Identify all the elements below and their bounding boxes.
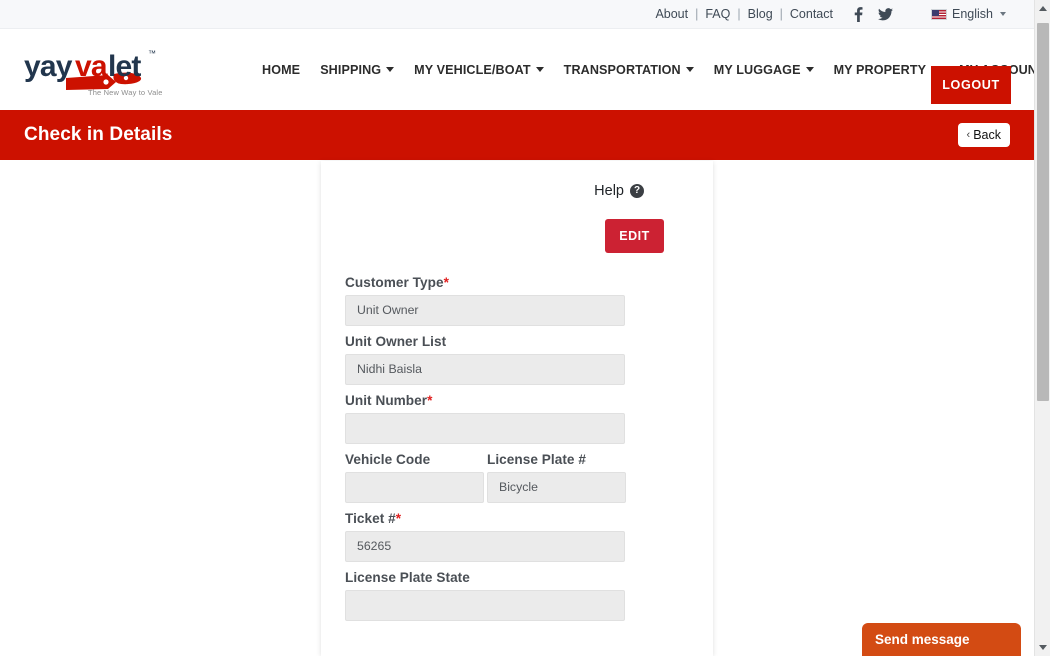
chevron-down-icon bbox=[535, 67, 544, 72]
top-utility-bar: About | FAQ | Blog | Contact English bbox=[0, 0, 1034, 29]
field-group-unit-number: Unit Number* bbox=[345, 393, 689, 444]
nav-item-label: SHIPPING bbox=[320, 62, 382, 77]
site-logo[interactable]: yay va let ™ The New Way to Valet bbox=[22, 42, 165, 98]
nav-item-shipping[interactable]: SHIPPING bbox=[310, 57, 404, 83]
label-text: Unit Number bbox=[345, 393, 428, 408]
us-flag-icon bbox=[931, 8, 947, 20]
send-message-label: Send message bbox=[875, 632, 970, 647]
field-group-license-plate-number: License Plate # Bicycle bbox=[487, 452, 626, 503]
label-customer-type: Customer Type* bbox=[345, 275, 689, 290]
label-license-plate-number: License Plate # bbox=[487, 452, 626, 467]
field-group-customer-type: Customer Type* Unit Owner bbox=[345, 275, 689, 326]
edit-button[interactable]: EDIT bbox=[605, 219, 664, 253]
triangle-up-icon bbox=[1039, 6, 1047, 11]
field-group-vehicle-code: Vehicle Code bbox=[345, 452, 484, 503]
nav-item-transportation[interactable]: TRANSPORTATION bbox=[554, 57, 704, 83]
nav-item-my-vehicle-boat[interactable]: MY VEHICLE/BOAT bbox=[404, 57, 554, 83]
nav-item-label: MY LUGGAGE bbox=[713, 62, 801, 77]
page-title: Check in Details bbox=[24, 124, 173, 145]
top-link-separator: | bbox=[779, 7, 783, 21]
page-banner: Check in Details ‹ Back bbox=[0, 110, 1034, 160]
top-link-separator: | bbox=[695, 7, 699, 21]
field-row-vehicle: Vehicle Code License Plate # Bicycle bbox=[345, 452, 689, 503]
language-label: English bbox=[952, 7, 993, 21]
label-text: License Plate State bbox=[345, 570, 470, 585]
nav-item-label: MY PROPERTY bbox=[833, 62, 927, 77]
nav-item-label: HOME bbox=[262, 62, 301, 77]
nav-item-home[interactable]: HOME bbox=[262, 57, 310, 83]
label-text: License Plate # bbox=[487, 452, 586, 467]
top-link-separator: | bbox=[737, 7, 741, 21]
label-unit-number: Unit Number* bbox=[345, 393, 689, 408]
scroll-up-button[interactable] bbox=[1035, 0, 1050, 17]
top-links-group: About | FAQ | Blog | Contact bbox=[654, 7, 834, 21]
label-text: Unit Owner List bbox=[345, 334, 447, 349]
required-asterisk: * bbox=[443, 275, 449, 290]
page-content: About | FAQ | Blog | Contact English yay… bbox=[0, 0, 1034, 656]
check-in-details-card: Help ? EDIT Customer Type* Unit Owner Un… bbox=[321, 161, 713, 656]
top-link-contact[interactable]: Contact bbox=[789, 7, 834, 21]
help-question-icon[interactable]: ? bbox=[630, 184, 644, 198]
required-asterisk: * bbox=[395, 511, 402, 526]
svg-text:va: va bbox=[75, 50, 108, 83]
label-text: Ticket # bbox=[345, 511, 396, 526]
top-link-blog[interactable]: Blog bbox=[747, 7, 774, 21]
field-group-ticket-number: Ticket #* 56265 bbox=[345, 511, 689, 562]
field-group-unit-owner-list: Unit Owner List Nidhi Baisla bbox=[345, 334, 689, 385]
language-selector[interactable]: English bbox=[931, 7, 1006, 21]
social-links-group bbox=[854, 6, 893, 22]
scrollbar-thumb[interactable] bbox=[1037, 23, 1049, 401]
chevron-down-icon bbox=[386, 67, 395, 72]
svg-text:™: ™ bbox=[148, 49, 156, 58]
label-text: Vehicle Code bbox=[345, 452, 431, 467]
required-asterisk: * bbox=[427, 393, 433, 408]
input-unit-owner-list[interactable]: Nidhi Baisla bbox=[345, 354, 625, 385]
svg-text:yay: yay bbox=[24, 50, 73, 83]
back-button[interactable]: ‹ Back bbox=[957, 123, 1010, 147]
label-ticket-number: Ticket #* bbox=[345, 511, 689, 526]
edit-row: EDIT bbox=[345, 219, 689, 253]
input-vehicle-code[interactable] bbox=[345, 472, 484, 503]
label-unit-owner-list: Unit Owner List bbox=[345, 334, 689, 349]
nav-item-label: TRANSPORTATION bbox=[563, 62, 681, 77]
top-link-about[interactable]: About bbox=[654, 7, 689, 21]
twitter-icon[interactable] bbox=[878, 7, 893, 21]
browser-viewport: About | FAQ | Blog | Contact English yay… bbox=[0, 0, 1050, 656]
site-header: yay va let ™ The New Way to Valet HOME S… bbox=[0, 29, 1034, 110]
input-license-plate-number[interactable]: Bicycle bbox=[487, 472, 626, 503]
facebook-icon[interactable] bbox=[854, 6, 863, 22]
back-button-label: Back bbox=[973, 128, 1001, 142]
input-customer-type[interactable]: Unit Owner bbox=[345, 295, 625, 326]
chevron-left-icon: ‹ bbox=[966, 128, 971, 141]
logout-button[interactable]: LOGOUT bbox=[931, 66, 1011, 104]
scroll-down-button[interactable] bbox=[1035, 639, 1050, 656]
input-unit-number[interactable] bbox=[345, 413, 625, 444]
triangle-down-icon bbox=[1039, 645, 1047, 650]
chevron-down-icon bbox=[805, 67, 814, 72]
label-vehicle-code: Vehicle Code bbox=[345, 452, 484, 467]
input-ticket-number[interactable]: 56265 bbox=[345, 531, 625, 562]
nav-item-my-luggage[interactable]: MY LUGGAGE bbox=[704, 57, 824, 83]
nav-item-label: MY VEHICLE/BOAT bbox=[414, 62, 531, 77]
content-area: Help ? EDIT Customer Type* Unit Owner Un… bbox=[0, 160, 1034, 656]
field-group-license-plate-state: License Plate State bbox=[345, 570, 689, 621]
top-link-faq[interactable]: FAQ bbox=[704, 7, 731, 21]
help-row: Help ? bbox=[345, 183, 689, 199]
svg-text:let: let bbox=[108, 50, 141, 83]
chevron-down-icon bbox=[685, 67, 694, 72]
help-label: Help bbox=[594, 183, 624, 199]
label-text: Customer Type bbox=[345, 275, 444, 290]
vertical-scrollbar[interactable] bbox=[1034, 0, 1050, 656]
send-message-chat-widget[interactable]: Send message bbox=[862, 623, 1021, 656]
svg-text:The New Way to Valet: The New Way to Valet bbox=[88, 88, 162, 97]
chevron-down-icon bbox=[1000, 12, 1006, 16]
input-license-plate-state[interactable] bbox=[345, 590, 625, 621]
main-navigation: HOME SHIPPING MY VEHICLE/BOAT TRANSPORTA… bbox=[262, 29, 1034, 110]
label-license-plate-state: License Plate State bbox=[345, 570, 689, 585]
